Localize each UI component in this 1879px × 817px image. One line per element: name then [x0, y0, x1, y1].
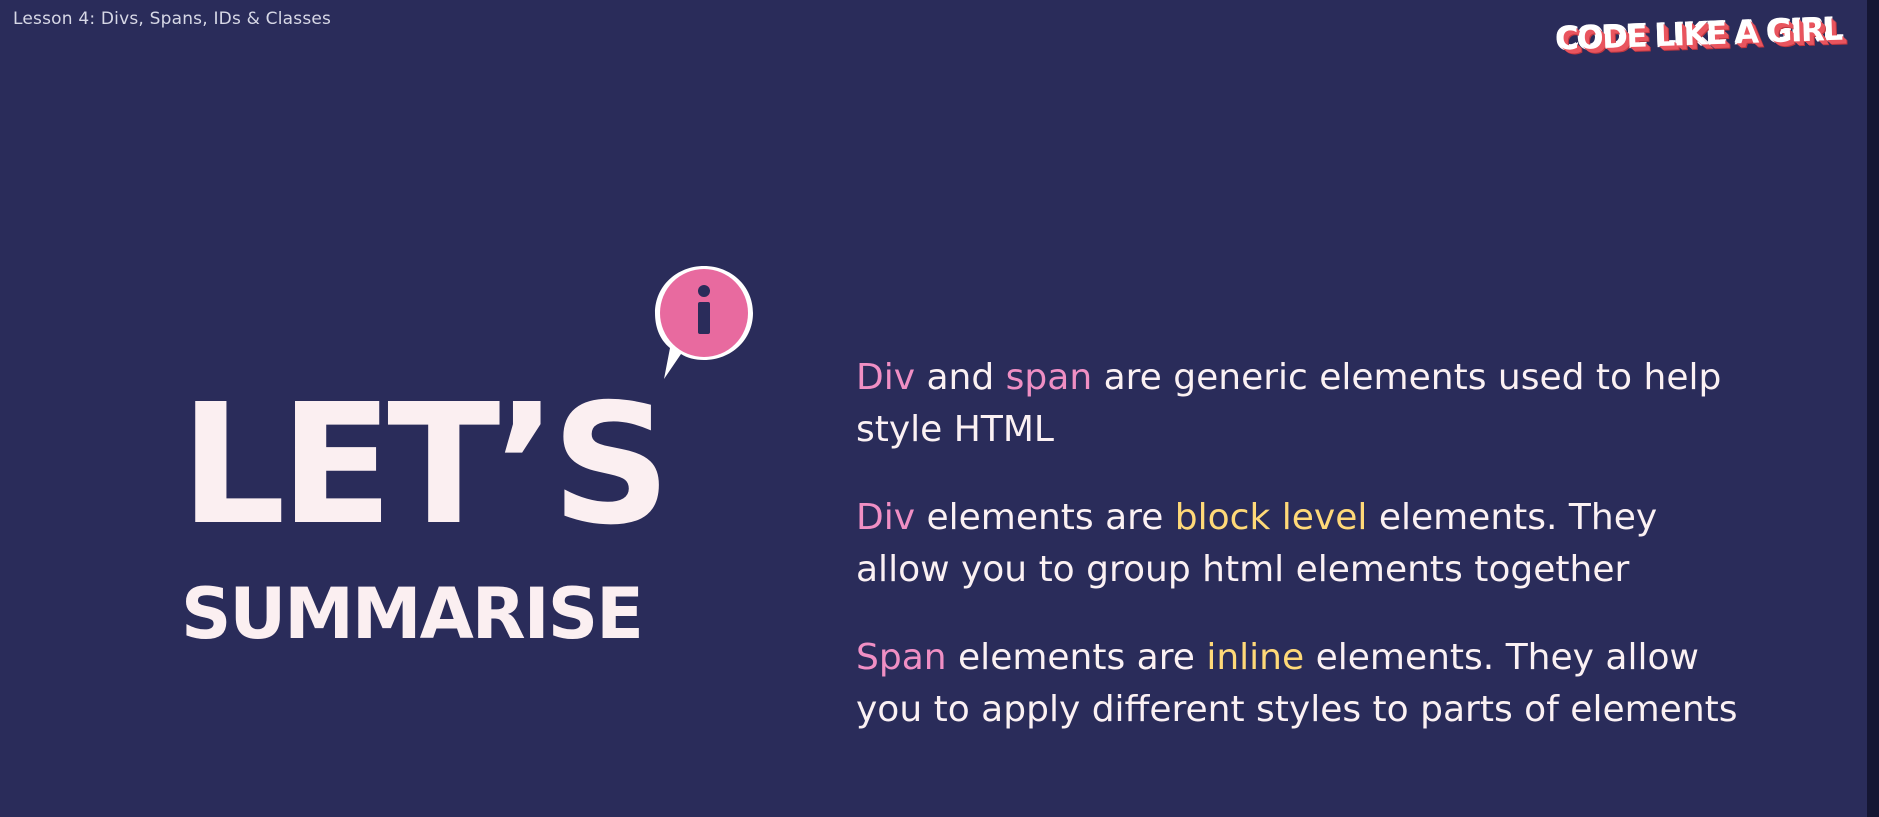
logo-text: CODE LIKE A GIRL	[1555, 11, 1843, 58]
summary-point: Span elements are inline elements. They …	[856, 632, 1856, 736]
point-text: elements are	[946, 637, 1207, 678]
info-dot	[698, 285, 710, 297]
headline-summarise: SUMMARISE	[181, 573, 644, 655]
highlight-term: inline	[1206, 637, 1305, 678]
highlight-term: Span	[856, 637, 947, 678]
point-text: style HTML	[856, 409, 1054, 450]
lesson-title: Lesson 4: Divs, Spans, IDs & Classes	[13, 9, 332, 29]
point-line: you to apply different styles to parts o…	[856, 684, 1856, 736]
point-text: allow you to group html elements togethe…	[856, 549, 1630, 590]
highlight-term: block level	[1174, 497, 1368, 538]
point-text: elements are	[915, 497, 1175, 538]
point-text: you to apply different styles to parts o…	[856, 689, 1738, 730]
info-stem	[698, 302, 710, 334]
point-line: Span elements are inline elements. They …	[856, 632, 1856, 684]
point-text: are generic elements used to help	[1092, 357, 1722, 398]
summary-point: Div and span are generic elements used t…	[856, 352, 1856, 456]
point-line: Div and span are generic elements used t…	[856, 352, 1856, 404]
headline-lets: LET’S	[180, 369, 671, 562]
point-line: allow you to group html elements togethe…	[856, 544, 1856, 596]
code-like-a-girl-logo: CODE LIKE A GIRL	[1555, 1, 1843, 68]
point-text: elements. They	[1367, 497, 1658, 538]
point-text: and	[915, 357, 1006, 398]
point-text: elements. They allow	[1304, 637, 1699, 678]
info-speech-bubble-icon	[655, 266, 753, 379]
right-edge-bar	[1867, 0, 1879, 817]
summary-points: Div and span are generic elements used t…	[856, 352, 1856, 772]
highlight-term: span	[1005, 357, 1093, 398]
highlight-term: Div	[856, 357, 916, 398]
summary-point: Div elements are block level elements. T…	[856, 492, 1856, 596]
point-line: style HTML	[856, 404, 1856, 456]
highlight-term: Div	[856, 497, 916, 538]
point-line: Div elements are block level elements. T…	[856, 492, 1856, 544]
